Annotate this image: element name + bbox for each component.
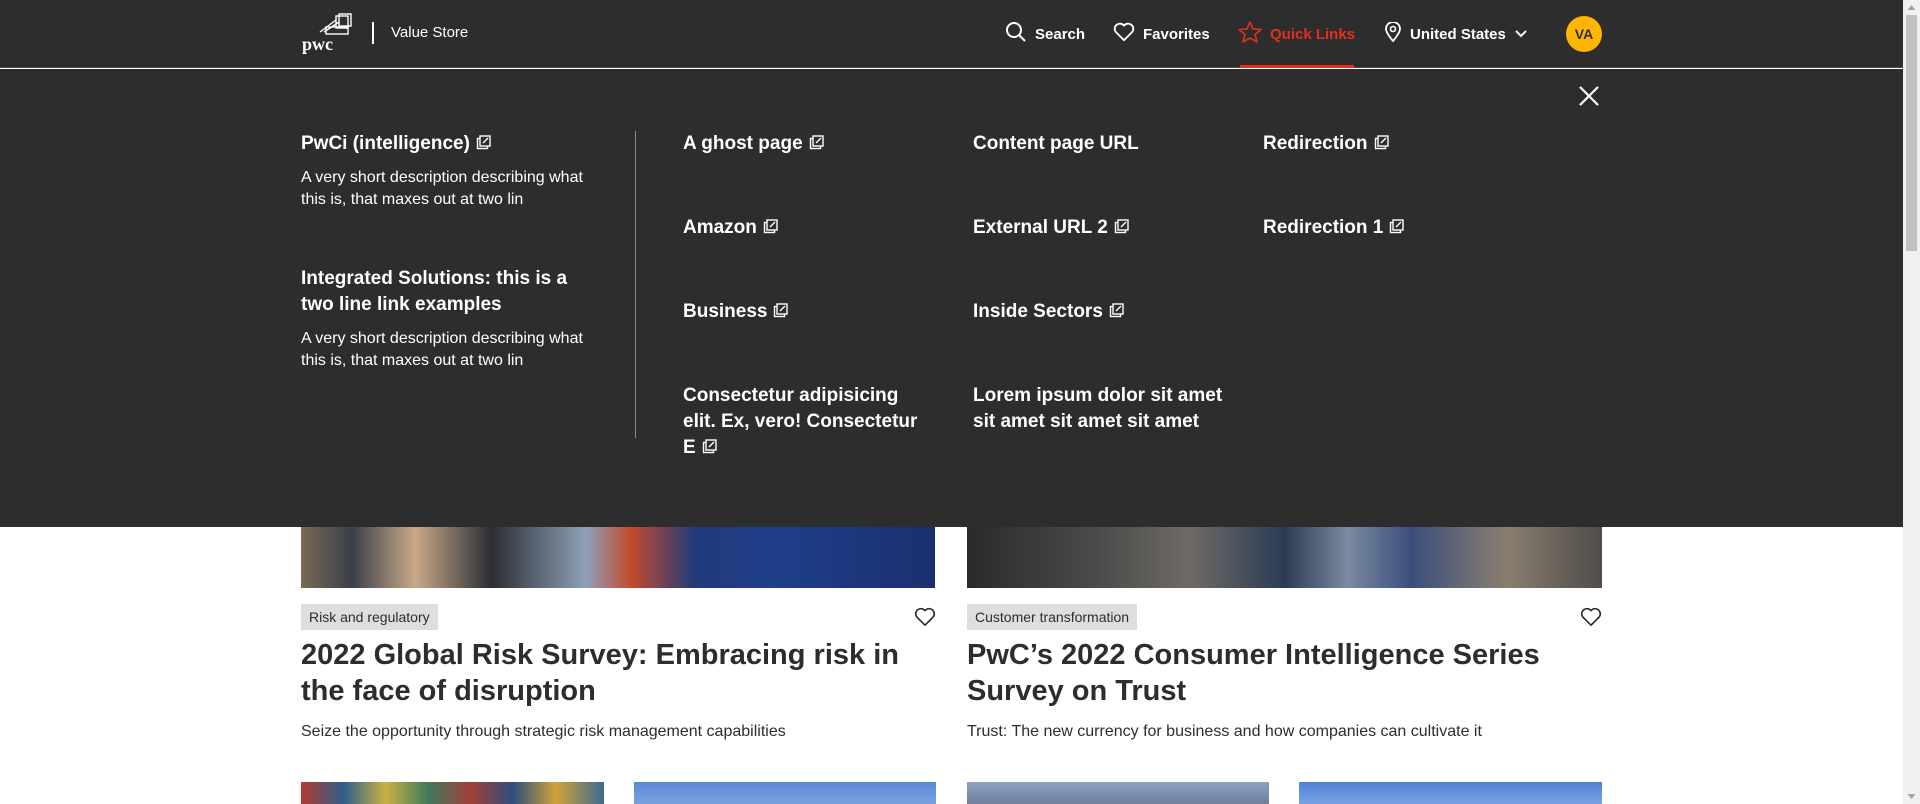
quick-link-consectetur[interactable]: Consectetur adipisicing elit. Ex, vero! … — [683, 383, 933, 461]
site-header: pwc Value Store Search Favorites Quick L… — [0, 0, 1903, 68]
featured-link-description: A very short description describing what… — [301, 330, 583, 369]
quick-links-panel: PwCi (intelligence) A very short descrip… — [0, 69, 1903, 527]
user-avatar[interactable]: VA — [1566, 16, 1602, 52]
quick-link-inside-sectors[interactable]: Inside Sectors — [973, 299, 1233, 325]
search-icon — [1005, 21, 1027, 47]
featured-link-text: PwCi (intelligence) — [301, 133, 470, 154]
quick-link-label: Content page URL — [973, 133, 1139, 154]
external-link-icon — [774, 303, 789, 318]
country-label: United States — [1410, 25, 1506, 43]
scroll-down-arrow-icon[interactable] — [1903, 789, 1920, 804]
scroll-up-arrow-icon[interactable] — [1903, 0, 1920, 15]
store-name[interactable]: Value Store — [391, 24, 468, 41]
article-thumbnail[interactable] — [634, 782, 936, 804]
external-link-icon — [476, 135, 491, 150]
location-pin-icon — [1384, 21, 1402, 46]
quick-link-label: A ghost page — [683, 133, 803, 154]
featured-link-integrated-solutions[interactable]: Integrated Solutions: this is a two line… — [301, 266, 591, 372]
close-icon[interactable] — [1578, 85, 1600, 107]
quick-link-amazon[interactable]: Amazon — [683, 215, 943, 241]
heart-icon[interactable] — [1580, 607, 1602, 627]
external-link-icon — [763, 219, 778, 234]
quick-link-redirection[interactable]: Redirection — [1263, 131, 1523, 157]
article-thumbnail[interactable] — [1299, 782, 1602, 804]
heart-icon[interactable] — [914, 607, 936, 627]
quick-link-label: Lorem ipsum dolor sit amet sit amet sit … — [973, 385, 1223, 432]
quick-link-label: Redirection — [1263, 133, 1368, 154]
star-icon — [1238, 21, 1262, 47]
favorites-label: Favorites — [1143, 25, 1210, 43]
favorites-button[interactable]: Favorites — [1113, 22, 1210, 46]
category-tag[interactable]: Customer transformation — [967, 604, 1138, 630]
country-selector[interactable]: United States — [1384, 21, 1528, 46]
pwc-logo[interactable]: pwc — [300, 12, 356, 54]
column-divider — [635, 131, 636, 438]
external-link-icon — [1374, 135, 1389, 150]
quick-link-ghost-page[interactable]: A ghost page — [683, 131, 943, 157]
category-tag[interactable]: Risk and regulatory — [301, 604, 438, 630]
quick-link-label: Inside Sectors — [973, 301, 1103, 322]
article-title[interactable]: 2022 Global Risk Survey: Embracing risk … — [301, 637, 941, 709]
external-link-icon — [1390, 219, 1405, 234]
quick-link-business[interactable]: Business — [683, 299, 943, 325]
featured-link-description: A very short description describing what… — [301, 169, 583, 208]
article-thumbnail[interactable] — [967, 782, 1269, 804]
quick-link-lorem-ipsum[interactable]: Lorem ipsum dolor sit amet sit amet sit … — [973, 383, 1223, 435]
logo-divider — [372, 22, 374, 44]
featured-link-title[interactable]: Integrated Solutions: this is a two line… — [301, 266, 571, 318]
article-image[interactable] — [967, 527, 1602, 588]
search-label: Search — [1035, 25, 1086, 43]
heart-icon — [1113, 22, 1135, 46]
external-link-icon — [702, 439, 717, 454]
logo-text: pwc — [302, 34, 333, 54]
scrollbar-thumb[interactable] — [1906, 15, 1917, 251]
article-description: Seize the opportunity through strategic … — [301, 723, 786, 740]
featured-link-title[interactable]: PwCi (intelligence) — [301, 131, 591, 157]
quick-link-label: Redirection 1 — [1263, 217, 1384, 238]
article-description: Trust: The new currency for business and… — [967, 723, 1482, 740]
featured-link-pwci[interactable]: PwCi (intelligence) A very short descrip… — [301, 131, 591, 211]
article-title[interactable]: PwC’s 2022 Consumer Intelligence Series … — [967, 637, 1607, 709]
quick-link-label: Consectetur adipisicing elit. Ex, vero! … — [683, 385, 918, 458]
quick-link-external-url-2[interactable]: External URL 2 — [973, 215, 1233, 241]
quick-links-label: Quick Links — [1270, 25, 1356, 43]
external-link-icon — [1109, 303, 1124, 318]
article-thumbnail[interactable] — [301, 782, 604, 804]
quick-link-label: Amazon — [683, 217, 757, 238]
quick-link-content-page-url[interactable]: Content page URL — [973, 131, 1233, 157]
quick-link-label: External URL 2 — [973, 217, 1108, 238]
quick-links-button[interactable]: Quick Links — [1238, 21, 1356, 47]
quick-links-active-indicator — [1240, 65, 1354, 68]
quick-link-label: Business — [683, 301, 768, 322]
external-link-icon — [809, 135, 824, 150]
search-button[interactable]: Search — [1005, 22, 1085, 46]
external-link-icon — [1114, 219, 1129, 234]
chevron-down-icon — [1514, 26, 1528, 43]
article-image[interactable] — [301, 527, 935, 588]
quick-link-redirection-1[interactable]: Redirection 1 — [1263, 215, 1523, 241]
